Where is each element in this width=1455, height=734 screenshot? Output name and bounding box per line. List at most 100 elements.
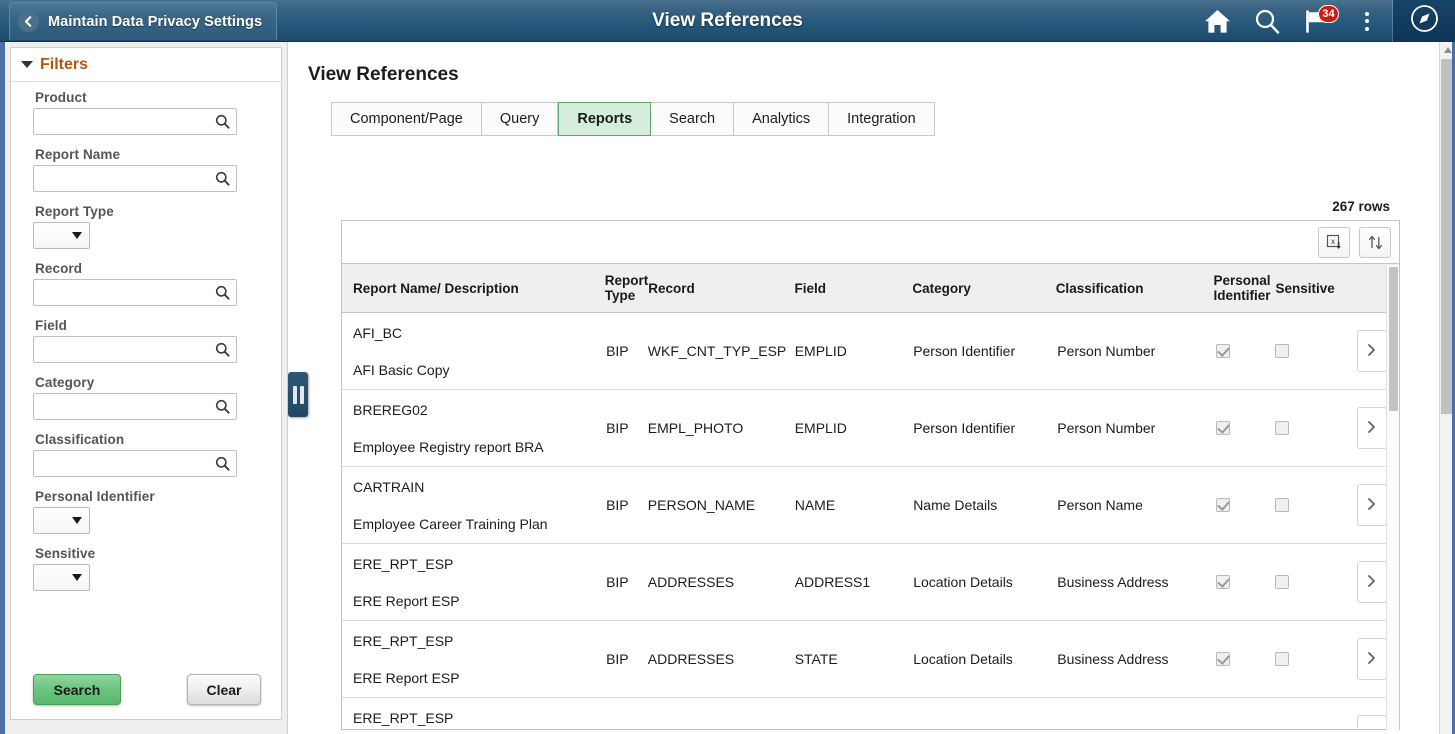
search-icon[interactable]	[215, 342, 230, 357]
page-header-title-text: View References	[652, 10, 803, 32]
export-to-excel-button[interactable]: x	[1318, 227, 1350, 258]
filter-label-personal-identifier: Personal Identifier	[35, 489, 281, 504]
filters-card: Filters Product Report Name	[10, 47, 282, 720]
sensitive-select[interactable]	[33, 564, 90, 591]
cell-classification: Person Number	[1057, 343, 1211, 359]
row-detail-button[interactable]	[1357, 638, 1387, 680]
navbar-navigator-button[interactable]	[1393, 0, 1455, 42]
filter-group-personal-identifier: Personal Identifier	[33, 489, 281, 534]
notifications-badge: 34	[1318, 5, 1339, 23]
table-row[interactable]: ERE_RPT_ESP ERE Report ESP BIP ADDRESSES…	[342, 621, 1399, 698]
tab-reports[interactable]: Reports	[558, 102, 651, 136]
more-actions-button[interactable]	[1342, 0, 1392, 42]
record-input[interactable]	[33, 279, 237, 306]
cell-personal-identifier	[1211, 421, 1270, 435]
personal-identifier-select[interactable]	[33, 507, 90, 534]
chevron-down-icon	[72, 574, 82, 581]
table-row[interactable]: ERE_RPT_ESP ERE Report ESP BIP ADDRESSES…	[342, 544, 1399, 621]
tab-component-page[interactable]: Component/Page	[331, 102, 482, 136]
report-name-value: AFI_BC	[353, 325, 606, 341]
sensitive-checkbox[interactable]	[1275, 344, 1289, 358]
tab-integration[interactable]: Integration	[829, 102, 935, 136]
sidebar-collapse-handle[interactable]	[288, 372, 308, 417]
row-detail-button[interactable]	[1357, 715, 1387, 728]
cell-field: ADDRESS1	[795, 574, 913, 590]
home-button[interactable]	[1192, 0, 1242, 42]
column-header-sensitive: Sensitive	[1270, 281, 1344, 296]
sort-grid-button[interactable]	[1359, 227, 1391, 258]
report-name-input[interactable]	[33, 165, 237, 192]
report-name-value: CARTRAIN	[353, 479, 606, 495]
search-button[interactable]	[1242, 0, 1292, 42]
sensitive-checkbox[interactable]	[1275, 652, 1289, 666]
cell-report-type: BIP	[606, 420, 648, 436]
row-detail-button[interactable]	[1357, 484, 1387, 526]
category-input[interactable]	[33, 393, 237, 420]
sensitive-checkbox[interactable]	[1275, 575, 1289, 589]
search-icon	[1254, 8, 1280, 34]
cell-record: PERSON_NAME	[648, 497, 795, 513]
breadcrumb-back-tab[interactable]: Maintain Data Privacy Settings	[9, 2, 277, 40]
personal-identifier-checkbox[interactable]	[1216, 652, 1230, 666]
filters-header[interactable]: Filters	[11, 48, 281, 82]
grid-vertical-scrollbar[interactable]	[1386, 265, 1399, 731]
tab-analytics[interactable]: Analytics	[734, 102, 829, 136]
cell-personal-identifier	[1211, 498, 1270, 512]
filters-sidebar: Filters Product Report Name	[5, 42, 288, 734]
cell-report-type: BIP	[606, 497, 648, 513]
cell-category: Location Details	[913, 651, 1057, 667]
topbar-actions: 34	[1192, 0, 1455, 42]
table-row[interactable]: ERE_RPT_ESP ERE Report ESP BIP EMAIL_ADD…	[342, 698, 1399, 728]
cell-classification: Person Name	[1057, 497, 1211, 513]
cell-field: EMPLID	[795, 343, 913, 359]
classification-input[interactable]	[33, 450, 237, 477]
field-input[interactable]	[33, 336, 237, 363]
personal-identifier-checkbox[interactable]	[1216, 421, 1230, 435]
cell-record: EMPL_PHOTO	[648, 420, 795, 436]
tab-search[interactable]: Search	[651, 102, 734, 136]
personal-identifier-checkbox[interactable]	[1216, 575, 1230, 589]
row-detail-button[interactable]	[1357, 561, 1387, 603]
column-header-field: Field	[794, 281, 912, 296]
chevron-down-icon	[72, 517, 82, 524]
personal-identifier-checkbox[interactable]	[1216, 344, 1230, 358]
caret-down-icon	[21, 61, 33, 68]
cell-field: EMPLID	[795, 420, 913, 436]
scroll-up-arrow-icon[interactable]	[1444, 47, 1452, 53]
search-icon[interactable]	[215, 114, 230, 129]
report-name-value: ERE_RPT_ESP	[353, 556, 606, 572]
table-row[interactable]: CARTRAIN Employee Career Training Plan B…	[342, 467, 1399, 544]
grid-scrollbar-thumb[interactable]	[1389, 267, 1398, 411]
clear-button[interactable]: Clear	[187, 674, 261, 705]
cell-personal-identifier	[1211, 652, 1270, 666]
sensitive-checkbox[interactable]	[1275, 421, 1289, 435]
table-row[interactable]: AFI_BC AFI Basic Copy BIP WKF_CNT_TYP_ES…	[342, 313, 1399, 390]
search-icon[interactable]	[215, 399, 230, 414]
cell-classification: Person Number	[1057, 420, 1211, 436]
filters-button-row: Search Clear	[11, 674, 283, 705]
notifications-button[interactable]: 34	[1292, 0, 1342, 42]
tab-bar: Component/Page Query Reports Search Anal…	[331, 102, 935, 136]
filter-label-record: Record	[35, 261, 281, 276]
tab-query[interactable]: Query	[482, 102, 559, 136]
report-type-select[interactable]	[33, 222, 90, 249]
filter-group-report-type: Report Type	[33, 204, 281, 249]
product-input[interactable]	[33, 108, 237, 135]
search-icon[interactable]	[215, 171, 230, 186]
search-icon[interactable]	[215, 456, 230, 471]
row-detail-button[interactable]	[1357, 330, 1387, 372]
sensitive-checkbox[interactable]	[1275, 498, 1289, 512]
cell-report-name: AFI_BC AFI Basic Copy	[342, 325, 606, 378]
cell-classification: Business Address	[1057, 574, 1211, 590]
grid-toolbar: x	[342, 221, 1399, 264]
search-button[interactable]: Search	[33, 674, 121, 705]
search-icon[interactable]	[215, 285, 230, 300]
row-detail-button[interactable]	[1357, 407, 1387, 449]
filter-label-product: Product	[35, 90, 281, 105]
cell-category: Location Details	[913, 574, 1057, 590]
report-name-value: ERE_RPT_ESP	[353, 633, 606, 649]
chevron-down-icon	[72, 232, 82, 239]
personal-identifier-checkbox[interactable]	[1216, 498, 1230, 512]
cell-report-type: BIP	[606, 343, 648, 359]
table-row[interactable]: BREREG02 Employee Registry report BRA BI…	[342, 390, 1399, 467]
